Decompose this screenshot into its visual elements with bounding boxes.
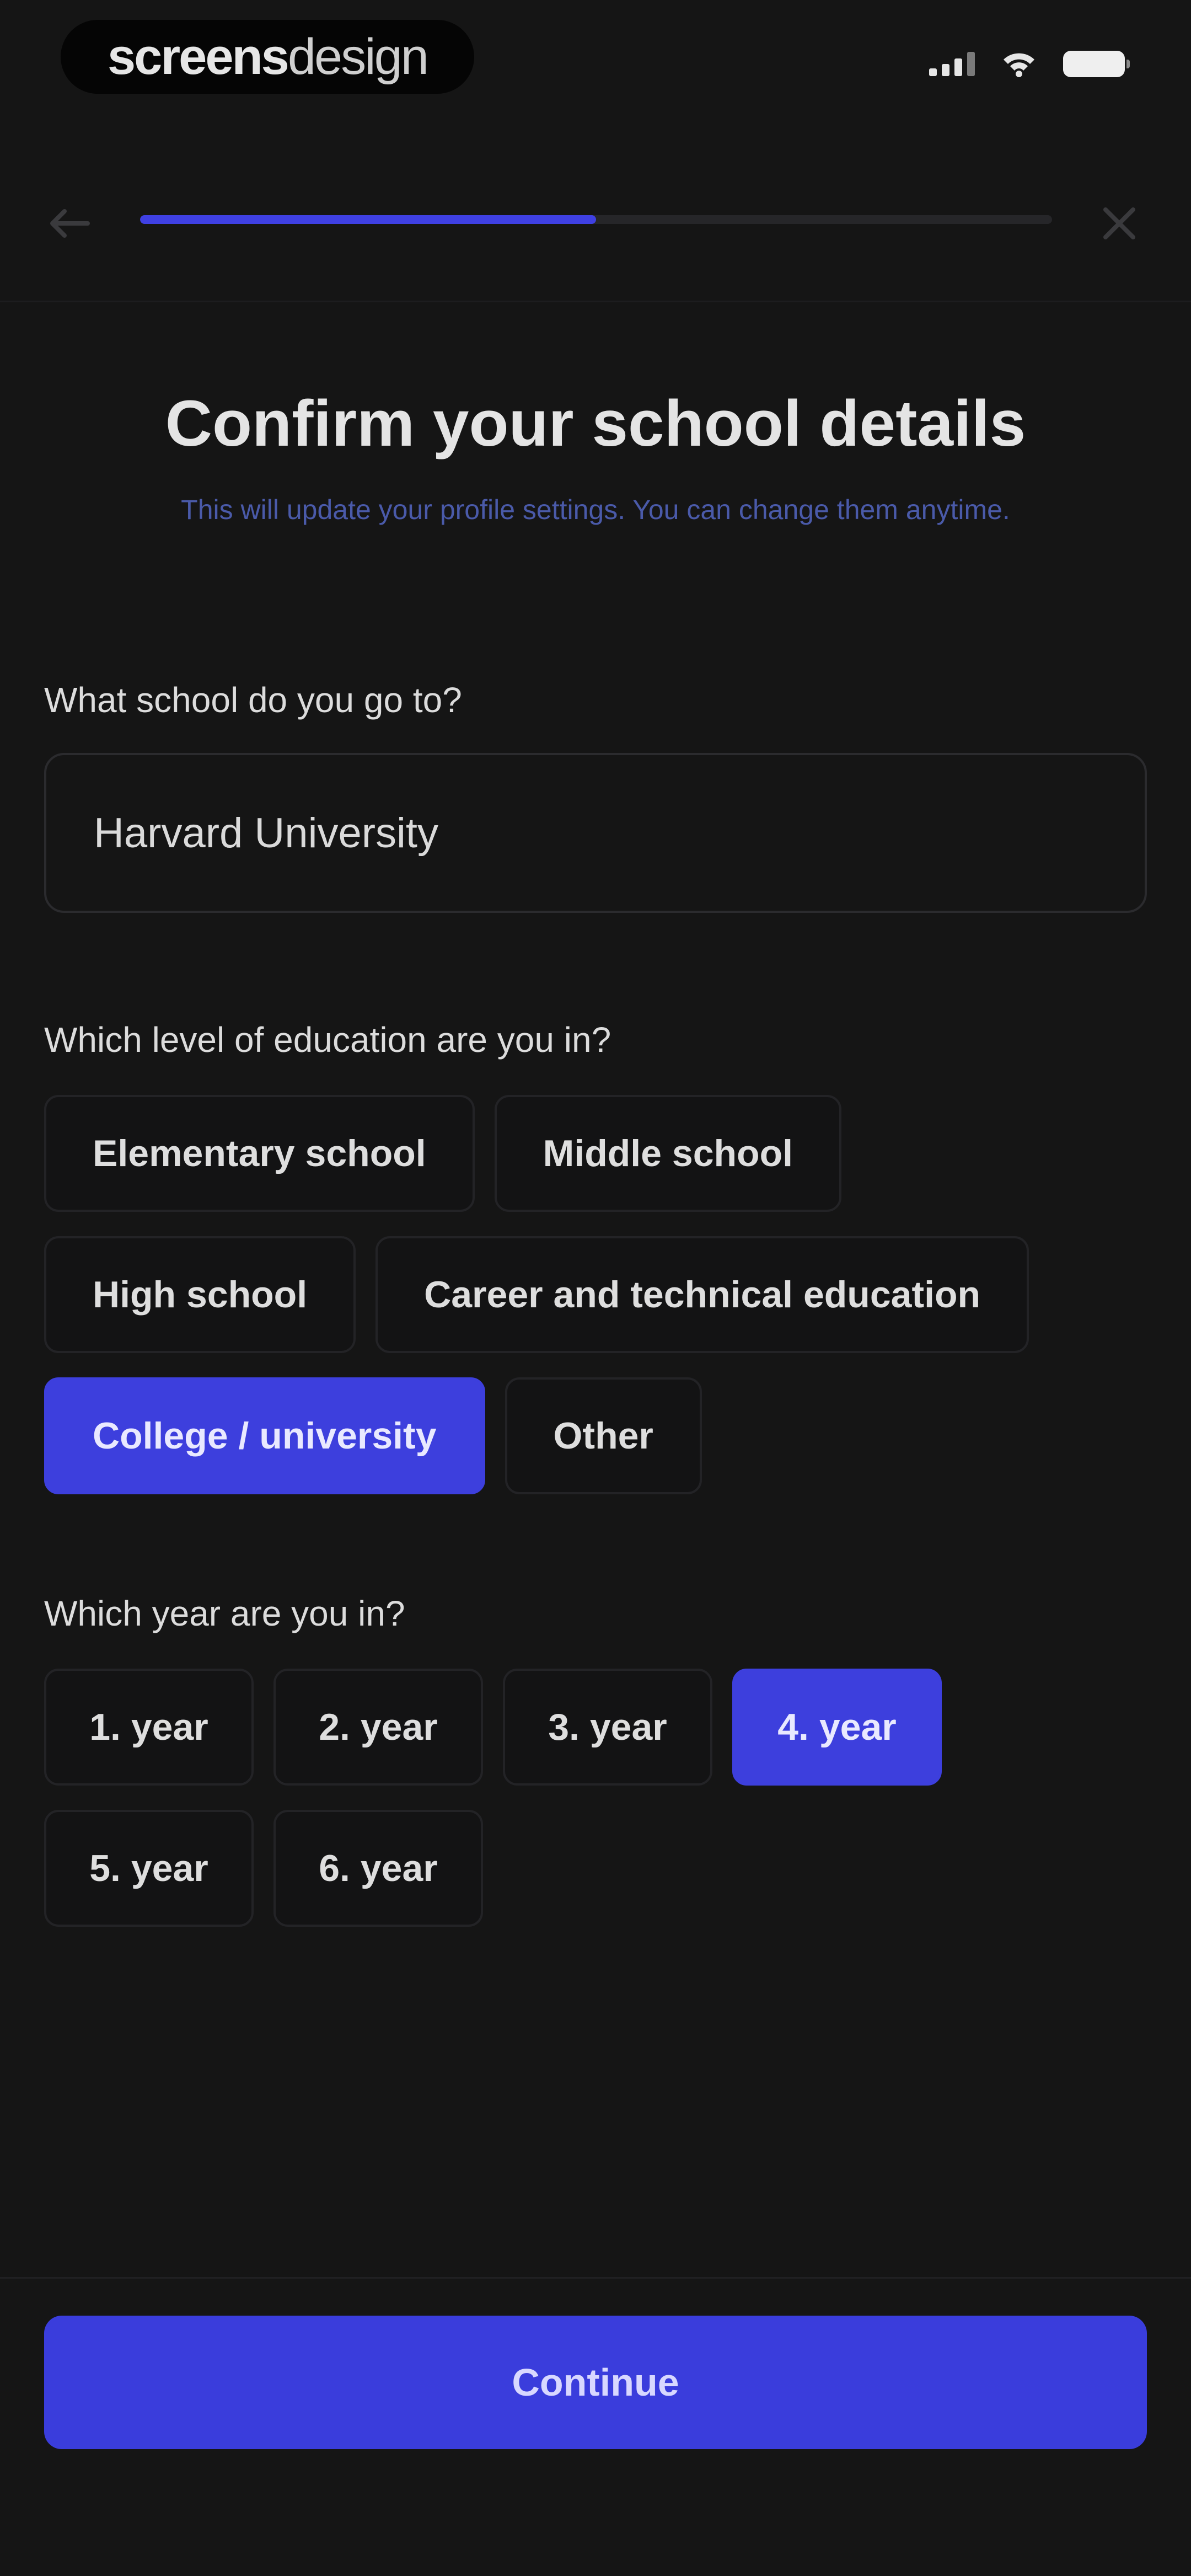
logo-text-design: design bbox=[287, 28, 429, 85]
education-option[interactable]: Elementary school bbox=[44, 1095, 475, 1212]
education-option[interactable]: High school bbox=[44, 1236, 356, 1353]
education-option[interactable]: Other bbox=[505, 1377, 702, 1494]
battery-icon bbox=[1063, 51, 1130, 77]
education-option[interactable]: College / university bbox=[44, 1377, 485, 1494]
progress-fill bbox=[140, 215, 596, 224]
signal-icon bbox=[929, 52, 975, 76]
header-divider bbox=[0, 301, 1191, 302]
close-icon bbox=[1103, 207, 1135, 239]
continue-button[interactable]: Continue bbox=[44, 2316, 1147, 2449]
education-question-label: Which level of education are you in? bbox=[44, 1020, 611, 1060]
page-title: Confirm your school details bbox=[165, 387, 1026, 460]
year-question-label: Which year are you in? bbox=[44, 1594, 405, 1633]
year-option[interactable]: 3. year bbox=[503, 1669, 712, 1786]
status-icons bbox=[929, 51, 1130, 77]
year-option[interactable]: 1. year bbox=[44, 1669, 254, 1786]
year-option[interactable]: 5. year bbox=[44, 1810, 254, 1927]
arrow-left-icon bbox=[50, 209, 90, 238]
year-option[interactable]: 2. year bbox=[273, 1669, 483, 1786]
education-option[interactable]: Career and technical education bbox=[375, 1236, 1029, 1353]
footer-divider bbox=[0, 2277, 1191, 2279]
year-options: 1. year 2. year 3. year 4. year 5. year … bbox=[44, 1669, 1037, 1927]
school-question-label: What school do you go to? bbox=[44, 680, 462, 720]
progress-bar bbox=[140, 215, 1052, 224]
brand-logo: screens design bbox=[61, 20, 474, 94]
back-button[interactable] bbox=[44, 199, 94, 248]
year-option[interactable]: 4. year bbox=[732, 1669, 942, 1786]
education-options: Elementary school Middle school High sch… bbox=[44, 1095, 1119, 1494]
year-option[interactable]: 6. year bbox=[273, 1810, 483, 1927]
logo-text-screens: screens bbox=[108, 28, 289, 85]
wifi-icon bbox=[1004, 53, 1034, 77]
close-button[interactable] bbox=[1095, 199, 1144, 248]
school-input[interactable]: Harvard University bbox=[44, 753, 1147, 913]
education-option[interactable]: Middle school bbox=[494, 1095, 842, 1212]
page-subtitle: This will update your profile settings. … bbox=[181, 494, 1010, 525]
